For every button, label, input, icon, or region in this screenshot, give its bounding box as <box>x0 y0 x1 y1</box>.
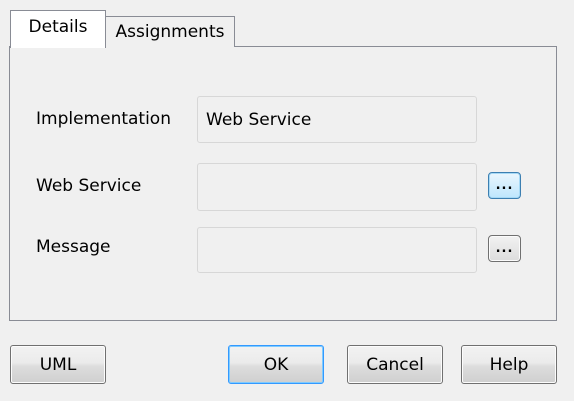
implementation-value: Web Service <box>206 109 312 130</box>
message-field[interactable] <box>197 227 477 273</box>
cancel-button-label: Cancel <box>366 354 424 375</box>
web-service-field[interactable] <box>197 163 477 211</box>
tab-details-label: Details <box>28 17 88 37</box>
implementation-field: Web Service <box>197 96 477 143</box>
tab-assignments[interactable]: Assignments <box>105 16 235 47</box>
tab-assignments-label: Assignments <box>115 22 225 42</box>
cancel-button[interactable]: Cancel <box>347 345 443 384</box>
message-browse-button[interactable]: ... <box>488 235 521 262</box>
web-service-browse-button[interactable]: ... <box>488 172 521 199</box>
implementation-label: Implementation <box>36 109 171 129</box>
uml-button[interactable]: UML <box>10 345 106 384</box>
uml-button-label: UML <box>39 354 77 375</box>
message-label: Message <box>36 237 111 257</box>
web-service-label: Web Service <box>36 176 142 196</box>
help-button-label: Help <box>489 354 529 375</box>
message-browse-label: ... <box>495 241 514 256</box>
tab-details[interactable]: Details <box>10 10 106 48</box>
ok-button-label: OK <box>263 354 289 375</box>
ok-button[interactable]: OK <box>228 345 324 384</box>
web-service-browse-label: ... <box>495 178 514 193</box>
help-button[interactable]: Help <box>461 345 557 384</box>
